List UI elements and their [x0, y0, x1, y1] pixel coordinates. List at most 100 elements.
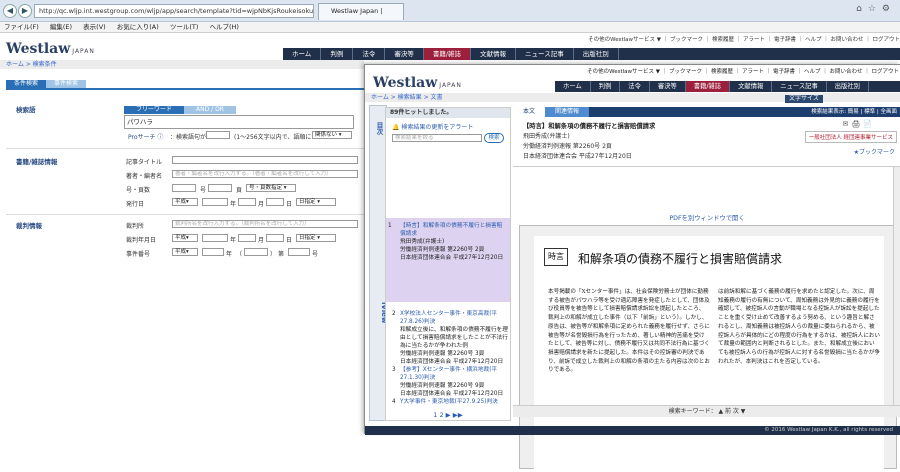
- doc-nav-publishers[interactable]: 出版社別: [827, 81, 869, 92]
- case-day-input[interactable]: [266, 234, 284, 242]
- case-symbol-input[interactable]: [244, 248, 268, 256]
- refine-button[interactable]: 検索: [484, 133, 504, 143]
- address-bar[interactable]: http://qc.wljp.int.westgroup.com/wljp/ap…: [34, 4, 314, 18]
- tab-related[interactable]: 関連情報: [545, 107, 590, 117]
- doc-action-icons[interactable]: ✉🖨📄: [843, 120, 875, 128]
- doc-nav-literature[interactable]: 文献情報: [730, 81, 773, 92]
- menu-favorites[interactable]: お気に入り(A): [117, 23, 159, 31]
- nav-statutes[interactable]: 法令: [353, 48, 386, 60]
- browser-tab[interactable]: Westlaw Japan |: [318, 3, 404, 20]
- service-badge: ー般社団法人 経団連事業サービス: [804, 131, 897, 143]
- menu-edit[interactable]: 編集(E): [50, 23, 72, 31]
- nav-rulings[interactable]: 審決等: [385, 48, 424, 60]
- tab-condition-search[interactable]: 条件検索: [6, 80, 47, 88]
- search-tabs: 条件検索 事件検索: [6, 80, 364, 88]
- case-no-year-input[interactable]: [202, 248, 224, 256]
- label-case-number: 事件番号: [126, 251, 151, 258]
- divider: [6, 148, 364, 149]
- year-input[interactable]: [202, 198, 228, 206]
- result-title[interactable]: Y大学事件・東京地裁(平27.9.25)判決: [400, 398, 508, 406]
- era-select[interactable]: 平成▾: [172, 198, 198, 206]
- doc-scrollbar[interactable]: [893, 167, 900, 407]
- date-select[interactable]: 日指定 ▾: [296, 198, 336, 206]
- nav-literature[interactable]: 文献情報: [471, 48, 517, 60]
- nav-publishers[interactable]: 出版社別: [574, 48, 619, 60]
- keyword-input[interactable]: パワハラ: [124, 115, 354, 129]
- refine-input[interactable]: 検索結果を絞る: [392, 134, 482, 142]
- doc-nav-books[interactable]: 書籍/雑誌: [685, 81, 731, 92]
- doc-nav-news[interactable]: ニュース記事: [772, 81, 827, 92]
- keyword-navigation[interactable]: 検索キーワード： ▲ 前 次 ▼: [513, 405, 900, 417]
- tab-case-search[interactable]: 事件検索: [46, 80, 87, 88]
- breadcrumb[interactable]: ホーム > 検索条件: [0, 60, 364, 69]
- result-item[interactable]: 2 X学校法人センター事件・東京高裁(平27.8.26)判決 和解成立後に、和解…: [392, 310, 508, 366]
- utility-links[interactable]: その他のWestlawサービス ▼ ｜ ブックマーク ｜ 検索履歴 ｜ アラート…: [363, 35, 900, 45]
- tab-and-or[interactable]: AND / OR: [184, 106, 236, 114]
- doc-main-nav: ホーム 判例 法令 審決等 書籍/雑誌 文献情報 ニュース記事 出版社別: [555, 81, 900, 92]
- label-court: 裁判所: [126, 223, 145, 230]
- doc-nav-rulings[interactable]: 審決等: [650, 81, 686, 92]
- case-no-paren-open: （: [236, 251, 243, 258]
- case-no-year-unit: 年: [226, 251, 233, 258]
- doc-info: 【時言】和解条項の債務不履行と損害賠償請求 飛田秀成(弁護士) 労働経済判例速報…: [513, 117, 900, 167]
- toc-tab[interactable]: 目次: [374, 122, 384, 135]
- nav-news[interactable]: ニュース記事: [516, 48, 574, 60]
- case-year-input[interactable]: [202, 234, 228, 242]
- result-title[interactable]: 【参考】Xセンター事件・横浜地裁(平27.1.30)判決: [400, 366, 508, 382]
- case-no-era-select[interactable]: 平成▾: [172, 248, 198, 256]
- pagination[interactable]: 1 2 ▶ ▶▶: [386, 410, 510, 420]
- menu-help[interactable]: ヘルプ(H): [210, 23, 239, 31]
- result-source: 労働経済判例速報 第2260号 9頁: [400, 383, 485, 389]
- page-input[interactable]: [208, 184, 232, 192]
- order-select[interactable]: 関係ない ▾: [312, 131, 352, 139]
- month-input[interactable]: [238, 198, 256, 206]
- day-input[interactable]: [266, 198, 284, 206]
- author-input[interactable]: 著者・編者名を改行入力する。（著者・編者名を改行して入力）: [172, 170, 358, 178]
- doc-nav-home[interactable]: ホーム: [555, 81, 591, 92]
- westlaw-logo[interactable]: Westlaw JAPAN: [6, 41, 95, 57]
- nav-home[interactable]: ホーム: [283, 48, 322, 60]
- page-unit: 頁: [236, 187, 243, 194]
- forward-button[interactable]: ▶: [18, 4, 32, 18]
- menu-tools[interactable]: ツール(T): [170, 23, 199, 31]
- court-input[interactable]: 裁判所名を改行入力する。（裁判所名を改行して入力）: [172, 220, 358, 228]
- result-author: 飛田秀成(弁護士): [400, 239, 445, 245]
- result-title[interactable]: X学校法人センター事件・東京高裁(平27.8.26)判決: [400, 310, 508, 326]
- result-count: 89件ヒットしました。: [386, 108, 510, 118]
- length-input[interactable]: [206, 131, 230, 139]
- menu-view[interactable]: 表示(V): [83, 23, 106, 31]
- alert-link[interactable]: 🔔 検索結果の更新をアラート: [392, 122, 473, 131]
- case-date-select[interactable]: 日指定 ▾: [296, 234, 336, 242]
- display-mode-links[interactable]: 検索結果表示: 簡易 | 標準 | 全画面: [811, 107, 897, 117]
- tab-body[interactable]: 本文: [513, 107, 546, 117]
- result-item[interactable]: 3 【参考】Xセンター事件・横浜地裁(平27.1.30)判決 労働経済判例速報 …: [392, 366, 508, 398]
- paper-badge: 時言: [544, 248, 568, 266]
- main-nav: ホーム 判例 法令 審決等 書籍/雑誌 文献情報 ニュース記事 出版社別: [283, 48, 900, 60]
- tab-freeword[interactable]: フリーワード: [124, 106, 185, 114]
- doc-nav-cases[interactable]: 判例: [591, 81, 621, 92]
- case-era-select[interactable]: 平成▾: [172, 234, 198, 242]
- divider: [6, 214, 364, 215]
- result-item[interactable]: 1 【時言】和解条項の債務不履行と損害賠償請求 飛田秀成(弁護士) 労働経済判例…: [386, 218, 510, 302]
- issue-input[interactable]: [172, 184, 196, 192]
- result-item[interactable]: 4 Y大学事件・東京地裁(平27.9.25)判決: [392, 398, 508, 408]
- back-button[interactable]: ◀: [3, 4, 17, 18]
- case-number-input[interactable]: [288, 248, 310, 256]
- doc-utility-links[interactable]: その他のWestlawサービス ▼ ｜ ブックマーク ｜ 検索履歴 ｜ アラート…: [555, 67, 899, 77]
- window-controls[interactable]: ⌂☆⚙: [856, 4, 896, 14]
- doc-nav-statutes[interactable]: 法令: [620, 81, 650, 92]
- case-month-input[interactable]: [238, 234, 256, 242]
- page-select[interactable]: 号・頁数指定 ▾: [246, 184, 296, 192]
- result-snippet: 和解成立後に、和解条項の債務不履行を理由として損害賠償請求をしたことが不法行為に…: [400, 327, 508, 349]
- pro-search-label[interactable]: Proサーチ ⓘ: [128, 132, 163, 141]
- nav-cases[interactable]: 判例: [321, 48, 354, 60]
- pdf-link[interactable]: PDFを別ウィンドウで開く: [513, 213, 900, 222]
- menu-file[interactable]: ファイル(F): [4, 23, 39, 31]
- pdf-page: 時言 和解条項の債務不履行と損害賠償請求 本号掲載の「Xセンター事件」は、社会保…: [534, 236, 884, 472]
- westlaw-logo-doc[interactable]: Westlaw JAPAN: [373, 75, 462, 91]
- result-title[interactable]: 【時言】和解条項の債務不履行と損害賠償請求: [400, 222, 504, 238]
- font-size-control[interactable]: 文字サイズ: [785, 95, 823, 103]
- nav-books[interactable]: 書籍/雑誌: [423, 48, 472, 60]
- bookmark-link[interactable]: ★ブックマーク: [854, 147, 895, 156]
- article-title-input[interactable]: [172, 156, 358, 164]
